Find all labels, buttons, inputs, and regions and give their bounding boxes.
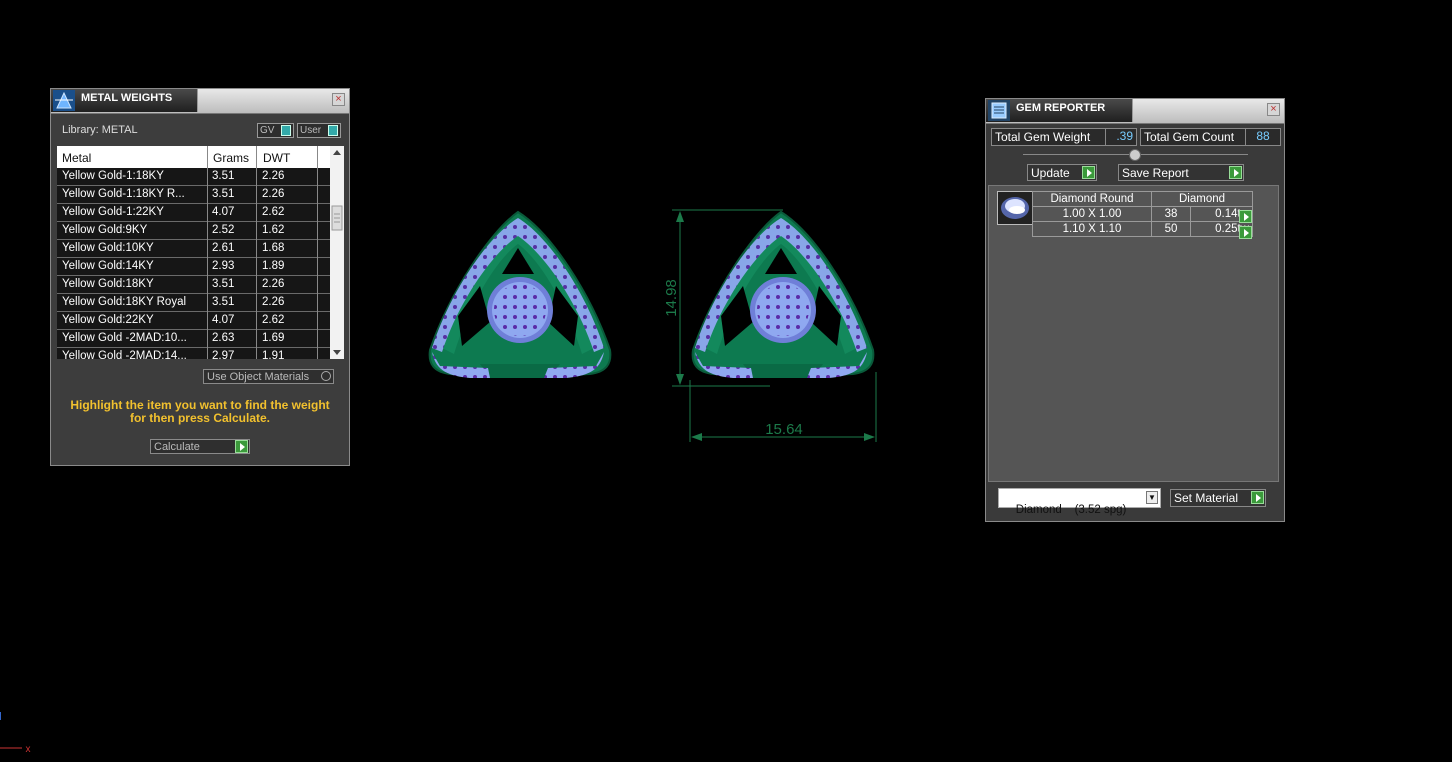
total-gem-count-label: Total Gem Count bbox=[1144, 130, 1235, 144]
material-select-value: Diamond (3.52 spg) bbox=[1015, 504, 1127, 516]
gem-count: 38 bbox=[1150, 206, 1192, 222]
play-icon bbox=[1082, 166, 1095, 179]
play-icon bbox=[1251, 491, 1264, 504]
gem-material-header: Diamond bbox=[1151, 191, 1253, 207]
gem-list-area: Diamond Round Diamond 1.00 X 1.00 38 0.1… bbox=[988, 185, 1279, 482]
total-gem-weight-label: Total Gem Weight bbox=[995, 130, 1091, 144]
play-icon bbox=[1229, 166, 1242, 179]
set-material-button[interactable]: Set Material bbox=[1170, 489, 1266, 507]
gem-reporter-title: GEM REPORTER bbox=[986, 99, 1133, 122]
gem-row[interactable]: 1.10 X 1.10 50 0.25tw bbox=[1032, 221, 1253, 237]
diamond-round-icon bbox=[1001, 197, 1029, 219]
update-button[interactable]: Update bbox=[1027, 164, 1097, 181]
collapse-handle-icon[interactable] bbox=[1129, 149, 1141, 161]
total-gem-count-value: 88 bbox=[1245, 129, 1280, 145]
total-gem-weight-value: .39 bbox=[1105, 129, 1135, 145]
gem-size: 1.10 X 1.10 bbox=[1032, 221, 1152, 237]
material-select[interactable]: Diamond (3.52 spg) ▼ bbox=[998, 488, 1161, 516]
gem-row[interactable]: 1.00 X 1.00 38 0.14tw bbox=[1032, 206, 1253, 222]
gem-reporter-title-text: GEM REPORTER bbox=[1016, 102, 1106, 114]
gem-table: Diamond Round Diamond 1.00 X 1.00 38 0.1… bbox=[1032, 191, 1253, 237]
gem-count: 50 bbox=[1150, 221, 1192, 237]
gem-size: 1.00 X 1.00 bbox=[1032, 206, 1152, 222]
earring-right[interactable] bbox=[691, 211, 875, 379]
gem-table-header: Diamond Round Diamond bbox=[1032, 191, 1253, 207]
update-label: Update bbox=[1031, 166, 1070, 180]
gem-shape-header: Diamond Round bbox=[1032, 191, 1152, 207]
save-report-label: Save Report bbox=[1122, 166, 1189, 180]
gem-thumbnail[interactable] bbox=[997, 191, 1033, 225]
gem-reporter-titlebar[interactable]: GEM REPORTER × bbox=[986, 99, 1284, 124]
axis-gizmo bbox=[0, 712, 22, 749]
dimension-height-label: 14.98 bbox=[663, 279, 680, 317]
gem-reporter-panel: GEM REPORTER × Total Gem Weight .39 Tota… bbox=[985, 98, 1285, 522]
earring-left[interactable] bbox=[428, 211, 612, 379]
close-icon[interactable]: × bbox=[1267, 103, 1280, 116]
set-material-label: Set Material bbox=[1174, 491, 1239, 505]
dimension-width-label: 15.64 bbox=[765, 421, 803, 438]
select-gem-row-button[interactable] bbox=[1239, 226, 1252, 239]
report-icon bbox=[988, 100, 1010, 121]
total-gem-count-field: Total Gem Count 88 bbox=[1140, 128, 1281, 146]
axis-x-label: x bbox=[26, 744, 31, 755]
chevron-down-icon: ▼ bbox=[1146, 491, 1158, 504]
total-gem-weight-field: Total Gem Weight .39 bbox=[991, 128, 1137, 146]
select-gem-row-button[interactable] bbox=[1239, 210, 1252, 223]
save-report-button[interactable]: Save Report bbox=[1118, 164, 1244, 181]
